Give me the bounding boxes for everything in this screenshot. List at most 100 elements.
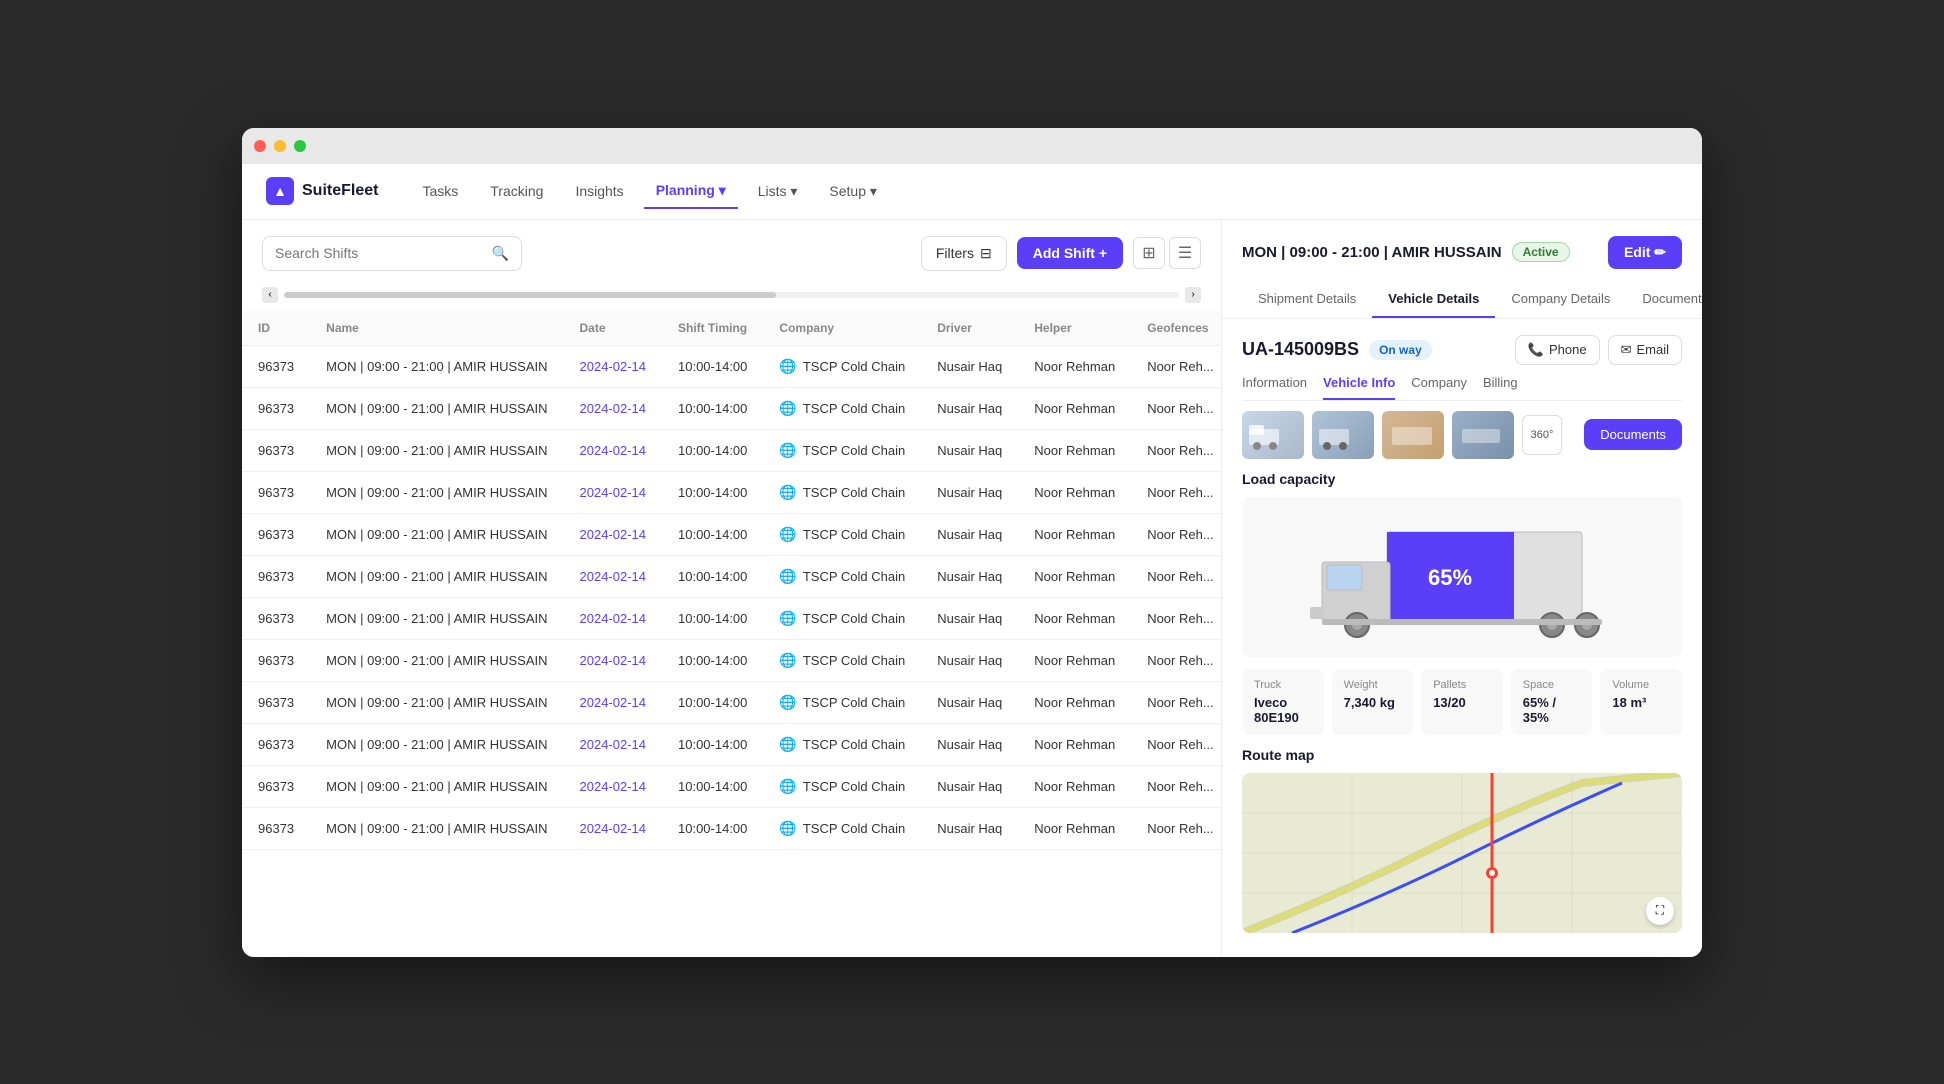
documents-button[interactable]: Documents [1584,419,1682,450]
space-label: Space [1523,679,1581,691]
cell-geofences: Noor Reh... [1131,807,1221,849]
cell-name: MON | 09:00 - 21:00 | AMIR HUSSAIN [310,765,563,807]
table-row[interactable]: 96373 MON | 09:00 - 21:00 | AMIR HUSSAIN… [242,597,1221,639]
cell-date[interactable]: 2024-02-14 [564,471,663,513]
cell-company: 🌐TSCP Cold Chain [763,471,921,513]
globe-icon: 🌐 [779,400,796,417]
phone-button[interactable]: 📞 Phone [1515,335,1600,365]
maximize-dot[interactable] [294,140,306,152]
table-row[interactable]: 96373 MON | 09:00 - 21:00 | AMIR HUSSAIN… [242,555,1221,597]
email-button[interactable]: ✉ Email [1608,335,1682,365]
app-body: ▲ SuiteFleet Tasks Tracking Insights Pla… [242,164,1702,957]
cell-helper: Noor Rehman [1018,387,1131,429]
col-timing: Shift Timing [662,311,763,346]
table-row[interactable]: 96373 MON | 09:00 - 21:00 | AMIR HUSSAIN… [242,345,1221,387]
truck-value: Iveco 80E190 [1254,695,1312,725]
cell-company: 🌐TSCP Cold Chain [763,639,921,681]
sub-tab-billing[interactable]: Billing [1483,375,1518,400]
edit-button[interactable]: Edit ✏ [1608,236,1682,269]
table-row[interactable]: 96373 MON | 09:00 - 21:00 | AMIR HUSSAIN… [242,513,1221,555]
sub-tab-vehicle-info[interactable]: Vehicle Info [1323,375,1395,400]
vehicle-thumb-2[interactable] [1312,411,1374,459]
globe-icon: 🌐 [779,652,796,669]
cell-driver: Nusair Haq [921,345,1018,387]
cell-date[interactable]: 2024-02-14 [564,387,663,429]
truck-visual: 65% [1242,497,1682,657]
vehicle-thumb-4[interactable] [1452,411,1514,459]
space-value: 65% / 35% [1523,695,1581,725]
minimize-dot[interactable] [274,140,286,152]
search-box[interactable]: 🔍 [262,236,522,271]
cell-date[interactable]: 2024-02-14 [564,807,663,849]
cell-name: MON | 09:00 - 21:00 | AMIR HUSSAIN [310,639,563,681]
tab-vehicle-details[interactable]: Vehicle Details [1372,281,1495,318]
table-row[interactable]: 96373 MON | 09:00 - 21:00 | AMIR HUSSAIN… [242,723,1221,765]
nav-setup[interactable]: Setup ▾ [817,175,889,208]
cell-geofences: Noor Reh... [1131,555,1221,597]
nav-tracking[interactable]: Tracking [478,175,555,207]
cell-date[interactable]: 2024-02-14 [564,429,663,471]
vehicle-thumb-3[interactable] [1382,411,1444,459]
cell-helper: Noor Rehman [1018,555,1131,597]
cell-geofences: Noor Reh... [1131,429,1221,471]
list-view-button[interactable]: ☰ [1169,237,1201,269]
stat-space: Space 65% / 35% [1511,669,1593,735]
table-row[interactable]: 96373 MON | 09:00 - 21:00 | AMIR HUSSAIN… [242,471,1221,513]
close-dot[interactable] [254,140,266,152]
tab-documents[interactable]: Documents [1626,281,1702,318]
cell-name: MON | 09:00 - 21:00 | AMIR HUSSAIN [310,681,563,723]
vehicle-sub-tabs: Information Vehicle Info Company Billing [1242,375,1682,401]
map-zoom-button[interactable]: ⛶ [1646,897,1674,925]
header: ▲ SuiteFleet Tasks Tracking Insights Pla… [242,164,1702,220]
table-row[interactable]: 96373 MON | 09:00 - 21:00 | AMIR HUSSAIN… [242,429,1221,471]
tab-company-details[interactable]: Company Details [1495,281,1626,318]
col-helper: Helper [1018,311,1131,346]
scroll-left-arrow[interactable]: ‹ [262,287,278,303]
search-input[interactable] [275,245,484,261]
sub-tab-company[interactable]: Company [1411,375,1467,400]
cell-company: 🌐TSCP Cold Chain [763,387,921,429]
nav-tasks[interactable]: Tasks [410,175,470,207]
nav-planning[interactable]: Planning ▾ [644,174,738,209]
cell-date[interactable]: 2024-02-14 [564,513,663,555]
table-header: ID Name Date Shift Timing Company Driver… [242,311,1221,346]
cell-timing: 10:00-14:00 [662,681,763,723]
search-icon: 🔍 [492,245,509,262]
table-row[interactable]: 96373 MON | 09:00 - 21:00 | AMIR HUSSAIN… [242,807,1221,849]
cell-timing: 10:00-14:00 [662,723,763,765]
cell-geofences: Noor Reh... [1131,681,1221,723]
table-row[interactable]: 96373 MON | 09:00 - 21:00 | AMIR HUSSAIN… [242,765,1221,807]
right-header: MON | 09:00 - 21:00 | AMIR HUSSAIN Activ… [1222,220,1702,319]
scroll-right-arrow[interactable]: › [1185,287,1201,303]
cell-id: 96373 [242,765,310,807]
pallets-label: Pallets [1433,679,1491,691]
grid-view-button[interactable]: ⊞ [1133,237,1165,269]
vehicle-thumb-1[interactable] [1242,411,1304,459]
truck-svg: 65% [1272,507,1652,647]
truck-label: Truck [1254,679,1312,691]
cell-date[interactable]: 2024-02-14 [564,639,663,681]
col-name: Name [310,311,563,346]
cell-id: 96373 [242,387,310,429]
tab-shipment-details[interactable]: Shipment Details [1242,281,1372,318]
sub-tab-information[interactable]: Information [1242,375,1307,400]
filter-button[interactable]: Filters ⊟ [921,236,1007,271]
cell-date[interactable]: 2024-02-14 [564,681,663,723]
cell-date[interactable]: 2024-02-14 [564,765,663,807]
cell-date[interactable]: 2024-02-14 [564,597,663,639]
cell-date[interactable]: 2024-02-14 [564,723,663,765]
vehicle-id-row: UA-145009BS On way 📞 Phone ✉ Email [1242,335,1682,365]
cell-helper: Noor Rehman [1018,681,1131,723]
globe-icon: 🌐 [779,736,796,753]
nav-lists[interactable]: Lists ▾ [746,175,810,208]
add-shift-button[interactable]: Add Shift + [1017,237,1123,269]
cell-date[interactable]: 2024-02-14 [564,555,663,597]
table-row[interactable]: 96373 MON | 09:00 - 21:00 | AMIR HUSSAIN… [242,681,1221,723]
table-row[interactable]: 96373 MON | 09:00 - 21:00 | AMIR HUSSAIN… [242,387,1221,429]
nav-insights[interactable]: Insights [563,175,635,207]
view-360-button[interactable]: 360° [1522,415,1562,455]
table-row[interactable]: 96373 MON | 09:00 - 21:00 | AMIR HUSSAIN… [242,639,1221,681]
cell-date[interactable]: 2024-02-14 [564,345,663,387]
route-map[interactable]: ⛶ [1242,773,1682,933]
cell-company: 🌐TSCP Cold Chain [763,807,921,849]
